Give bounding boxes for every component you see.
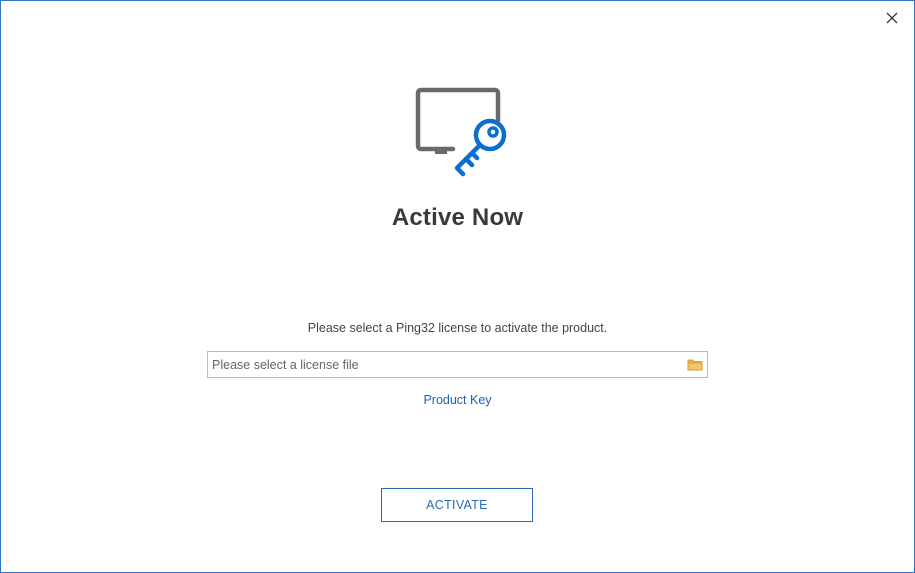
instruction-text: Please select a Ping32 license to activa… [307, 321, 608, 335]
close-button[interactable] [879, 5, 905, 31]
close-icon [886, 12, 898, 24]
product-key-link[interactable]: Product Key [423, 393, 491, 407]
activate-button[interactable]: ACTIVATE [381, 488, 533, 522]
license-file-input[interactable] [208, 352, 678, 377]
dialog-title: Active Now [391, 204, 524, 231]
activation-dialog: Active Now Please select a Ping32 licens… [0, 0, 915, 573]
browse-license-button[interactable] [685, 355, 705, 374]
license-file-field [207, 351, 708, 378]
folder-icon [687, 359, 703, 371]
monitor-key-icon [415, 87, 507, 177]
product-key-link-row: Product Key [1, 393, 914, 407]
